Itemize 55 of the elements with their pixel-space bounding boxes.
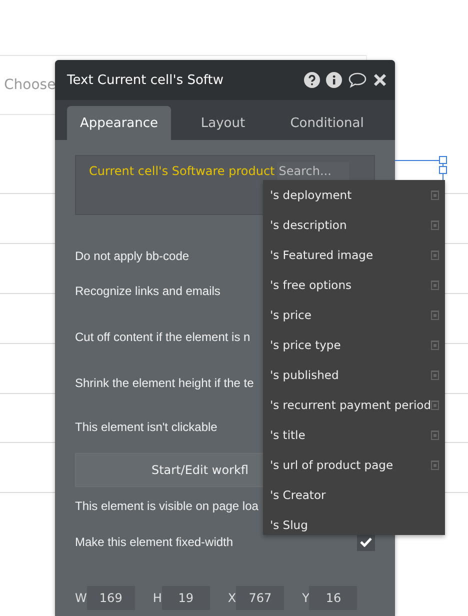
trash-icon[interactable] <box>431 400 439 410</box>
dropdown-item-label: 's Creator <box>270 488 327 502</box>
info-icon[interactable] <box>326 72 342 88</box>
trash-icon[interactable] <box>431 190 439 200</box>
dropdown-item[interactable]: 's title <box>263 420 445 450</box>
dropdown-item[interactable]: 's Slug <box>263 510 445 535</box>
dimension-label: X <box>228 591 236 605</box>
search-field[interactable]: Search... <box>276 162 349 180</box>
trash-icon[interactable] <box>431 220 439 230</box>
trash-icon[interactable] <box>431 460 439 470</box>
tab[interactable]: Layout <box>171 106 275 140</box>
trash-icon[interactable] <box>431 430 439 440</box>
trash-icon[interactable] <box>431 250 439 260</box>
option-label: Recognize links and emails <box>75 284 220 298</box>
trash-icon[interactable] <box>431 280 439 290</box>
dropdown-item-label: 's Slug <box>270 518 309 532</box>
option-label: This element isn't clickable <box>75 420 218 434</box>
dropdown-item-label: 's free options <box>270 278 352 292</box>
dropdown-item-label: 's title <box>270 428 306 442</box>
dropdown-item-label: 's Featured image <box>270 248 374 262</box>
help-icon[interactable] <box>304 72 320 88</box>
option-label: Do not apply bb-code <box>75 249 190 263</box>
option-label: Cut off content if the element is n <box>75 330 250 344</box>
dropdown-item-label: 's price <box>270 308 312 322</box>
tab[interactable]: Appearance <box>67 106 171 140</box>
dropdown-item-label: 's deployment <box>270 188 353 202</box>
dimension-field[interactable]: 767 <box>236 586 284 610</box>
dropdown-item[interactable]: 's Featured image <box>263 240 445 270</box>
option-label: Make this element fixed-width <box>75 535 234 549</box>
trash-icon[interactable] <box>431 310 439 320</box>
dropdown-item[interactable]: 's free options <box>263 270 445 300</box>
dropdown-item[interactable]: 's price type <box>263 330 445 360</box>
comment-icon[interactable] <box>348 72 367 88</box>
dropdown-item-label: 's published <box>270 368 340 382</box>
dimension-field[interactable]: 169 <box>86 586 135 610</box>
dimension-field[interactable]: 19 <box>162 586 210 610</box>
card-label: Choose <box>4 77 56 93</box>
dropdown-item-label: 's recurrent payment period <box>270 398 432 412</box>
dropdown-item[interactable]: 's recurrent payment period <box>263 390 445 420</box>
dropdown-item-label: 's description <box>270 218 348 232</box>
window-title: Text Current cell's Softw <box>67 72 225 88</box>
dimension-label: H <box>152 591 162 605</box>
dimension-label: W <box>75 591 87 605</box>
option-label: This element is visible on page loa <box>75 499 258 513</box>
close-icon[interactable] <box>373 73 387 87</box>
dropdown-item[interactable]: 's published <box>263 360 445 390</box>
option-label: Shrink the element height if the te <box>75 376 254 390</box>
dropdown-item-label: 's price type <box>270 338 342 352</box>
dimension-field[interactable]: 16 <box>309 586 358 610</box>
trash-icon[interactable] <box>431 340 439 350</box>
expression-text: Current cell's Software product <box>89 164 275 178</box>
dropdown-item[interactable]: 's price <box>263 300 445 330</box>
trash-icon[interactable] <box>431 370 439 380</box>
dimension-label: Y <box>302 591 310 605</box>
tab[interactable]: Conditional <box>275 106 379 140</box>
